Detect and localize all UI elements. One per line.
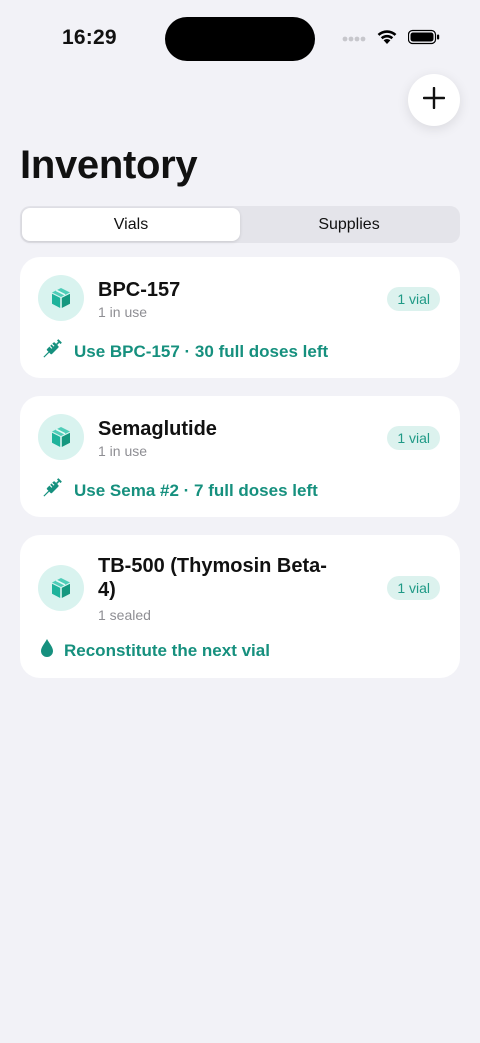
action-label: Reconstitute the next vial: [64, 640, 270, 660]
status-time: 16:29: [62, 26, 117, 49]
tab-vials[interactable]: Vials: [22, 208, 240, 241]
vial-count-badge: 1 vial: [387, 426, 440, 450]
item-status: 1 sealed: [98, 607, 151, 623]
item-name: Semaglutide: [98, 418, 217, 440]
status-icons: [342, 28, 440, 50]
signal-icon: [342, 30, 366, 48]
item-status: 1 in use: [98, 443, 148, 459]
dynamic-island: [165, 17, 315, 61]
syringe-icon: [40, 337, 64, 366]
inventory-card-bpc157[interactable]: BPC-157 1 in use 1 vial Use BPC-157 · 30…: [20, 257, 460, 378]
package-icon: [38, 275, 84, 321]
plus-icon: [422, 86, 446, 114]
segmented-control: Vials Supplies: [20, 206, 460, 243]
inventory-card-tb500[interactable]: TB-500 (Thymosin Beta-4) 1 sealed 1 vial…: [20, 535, 460, 678]
page-title: Inventory: [20, 143, 198, 187]
item-name: BPC-157: [98, 279, 181, 301]
item-status: 1 in use: [98, 304, 148, 320]
vial-count-badge: 1 vial: [387, 287, 440, 311]
use-vial-action[interactable]: Use BPC-157 · 30 full doses left: [40, 337, 328, 366]
inventory-screen: 16:29 Inventory Vials Supplies BPC-157 1…: [0, 0, 480, 1043]
add-button[interactable]: [408, 74, 460, 126]
battery-icon: [407, 29, 440, 50]
reconstitute-action[interactable]: Reconstitute the next vial: [40, 638, 270, 663]
wifi-icon: [376, 28, 398, 50]
action-label: Use BPC-157 · 30 full doses left: [74, 341, 329, 361]
inventory-card-semaglutide[interactable]: Semaglutide 1 in use 1 vial Use Sema #2 …: [20, 396, 460, 517]
item-name: TB-500 (Thymosin Beta-4): [98, 555, 327, 601]
action-label: Use Sema #2 · 7 full doses left: [74, 480, 318, 500]
package-icon: [38, 565, 84, 611]
vial-count-badge: 1 vial: [387, 576, 440, 600]
use-vial-action[interactable]: Use Sema #2 · 7 full doses left: [40, 476, 318, 505]
tab-supplies[interactable]: Supplies: [240, 208, 458, 241]
drop-icon: [40, 638, 54, 663]
syringe-icon: [40, 476, 64, 505]
package-icon: [38, 414, 84, 460]
